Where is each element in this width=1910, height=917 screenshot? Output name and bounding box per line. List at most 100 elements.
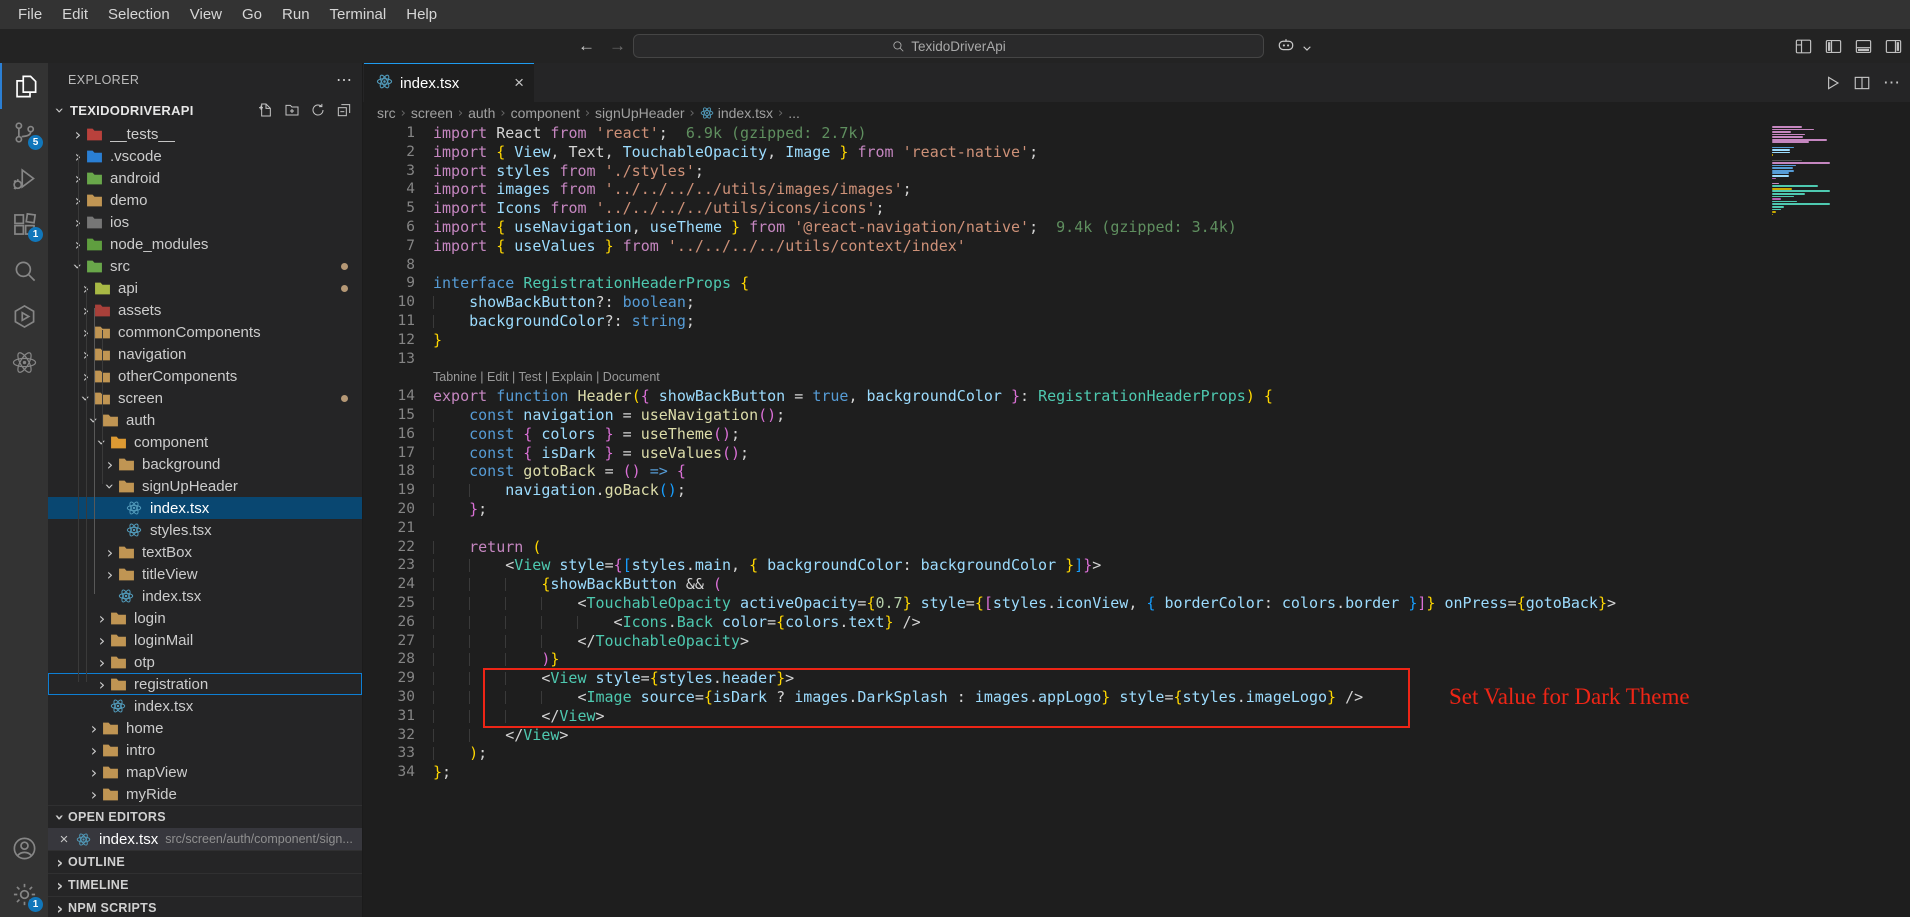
section-open-editors[interactable]: ›OPEN EDITORS	[48, 805, 362, 828]
folder-registration-row[interactable]: ›registration	[48, 673, 362, 695]
section-outline[interactable]: ›OUTLINE	[48, 850, 362, 873]
code-token: )	[1246, 387, 1255, 405]
folder-tests-row[interactable]: ›__tests__	[48, 123, 362, 145]
breadcrumb-item-auth[interactable]: auth	[468, 105, 495, 121]
code-editor[interactable]: 1import React from 'react'; 6.9k (gzippe…	[363, 124, 1910, 917]
menu-item-view[interactable]: View	[180, 0, 232, 29]
activity-settings-icon[interactable]: 1	[0, 871, 48, 917]
folder-screen-row[interactable]: ›screen	[48, 387, 362, 409]
run-file-icon[interactable]	[1823, 74, 1841, 92]
line-number: 32	[363, 726, 415, 745]
code-token: showBackButton	[659, 387, 785, 405]
close-tab-icon[interactable]: ×	[514, 73, 524, 93]
indent-guide	[541, 597, 577, 610]
new-folder-icon[interactable]	[282, 100, 302, 120]
breadcrumb-item-component[interactable]: component	[511, 105, 580, 121]
activity-preview-icon[interactable]	[0, 293, 48, 339]
code-token: =>	[650, 462, 668, 480]
folder-titleView-row[interactable]: ›titleView	[48, 563, 362, 585]
file-indextsx-row[interactable]: ›index.tsx	[48, 585, 362, 607]
folder-intro-row[interactable]: ›intro	[48, 739, 362, 761]
back-arrow-icon[interactable]: ←	[578, 36, 595, 56]
toggle-panel-icon[interactable]	[1852, 35, 1874, 57]
forward-arrow-icon[interactable]: →	[609, 36, 626, 56]
chevron-collapsed-icon: ›	[52, 853, 68, 872]
file-stylestsx-row[interactable]: ›styles.tsx	[48, 519, 362, 541]
activity-react-native-tools-icon[interactable]	[0, 339, 48, 385]
menu-item-edit[interactable]: Edit	[52, 0, 98, 29]
breadcrumb-item-signUpHeader[interactable]: signUpHeader	[595, 105, 685, 121]
folder-commonComponents-row[interactable]: ›commonComponents	[48, 321, 362, 343]
folder-home-row[interactable]: ›home	[48, 717, 362, 739]
folder-auth-row[interactable]: ›auth	[48, 409, 362, 431]
tree-item-label: styles.tsx	[150, 522, 212, 539]
views-more-actions-icon[interactable]: ⋯	[336, 70, 352, 90]
folder-vscode-row[interactable]: ›.vscode	[48, 145, 362, 167]
more-actions-icon[interactable]: ⋯	[1883, 73, 1900, 93]
folder-ios-row[interactable]: ›ios	[48, 211, 362, 233]
folder-android-row[interactable]: ›android	[48, 167, 362, 189]
line-number: 17	[363, 444, 415, 463]
folder-loginMail-row[interactable]: ›loginMail	[48, 629, 362, 651]
explorer-toolbar	[256, 100, 354, 120]
folder-textBox-row[interactable]: ›textBox	[48, 541, 362, 563]
folder-otp-row[interactable]: ›otp	[48, 651, 362, 673]
folder-icon	[118, 456, 136, 472]
folder-component-row[interactable]: ›component	[48, 431, 362, 453]
section-npm-scripts[interactable]: ›NPM SCRIPTS	[48, 896, 362, 917]
folder-myRide-row[interactable]: ›myRide	[48, 783, 362, 805]
new-file-icon[interactable]	[256, 100, 276, 120]
copilot-menu[interactable]	[1276, 35, 1315, 60]
open-editor-item[interactable]: ×index.tsxsrc/screen/auth/component/sign…	[48, 828, 362, 850]
activity-explorer-icon[interactable]	[0, 63, 48, 109]
toggle-secondary-sidebar-icon[interactable]	[1882, 35, 1904, 57]
customize-layout-icon[interactable]	[1792, 35, 1814, 57]
split-editor-icon[interactable]	[1853, 74, 1871, 92]
activity-run-and-debug-icon[interactable]	[0, 155, 48, 201]
activity-accounts-icon[interactable]	[0, 825, 48, 871]
code-token: >	[1607, 594, 1616, 612]
activity-extensions-icon[interactable]: 1	[0, 201, 48, 247]
toggle-primary-sidebar-icon[interactable]	[1822, 35, 1844, 57]
menu-item-run[interactable]: Run	[272, 0, 320, 29]
breadcrumb-item-[interactable]: ...	[788, 105, 800, 121]
menu-item-go[interactable]: Go	[232, 0, 272, 29]
menu-item-file[interactable]: File	[8, 0, 52, 29]
folder-login-row[interactable]: ›login	[48, 607, 362, 629]
breadcrumb-item-screen[interactable]: screen	[411, 105, 453, 121]
activity-search-icon[interactable]	[0, 247, 48, 293]
menu-item-terminal[interactable]: Terminal	[320, 0, 397, 29]
code-token: from	[559, 162, 595, 180]
minimap[interactable]	[1772, 126, 1830, 216]
breadcrumb-item-src[interactable]: src	[377, 105, 396, 121]
folder-api-row[interactable]: ›api	[48, 277, 362, 299]
folder-demo-row[interactable]: ›demo	[48, 189, 362, 211]
collapse-folders-icon[interactable]	[334, 100, 354, 120]
codelens-actions[interactable]: Tabnine | Edit | Test | Explain | Docume…	[363, 368, 1910, 387]
folder-background-row[interactable]: ›background	[48, 453, 362, 475]
section-timeline[interactable]: ›TIMELINE	[48, 873, 362, 896]
indent-guide	[433, 578, 469, 591]
folder-navigation-row[interactable]: ›navigation	[48, 343, 362, 365]
tab-index-tsx[interactable]: index.tsx ×	[364, 63, 534, 102]
menu-item-selection[interactable]: Selection	[98, 0, 180, 29]
refresh-explorer-icon[interactable]	[308, 100, 328, 120]
folder-nodemodules-row[interactable]: ›node_modules	[48, 233, 362, 255]
file-indextsx-row[interactable]: ›index.tsx	[48, 695, 362, 717]
command-center-search[interactable]: TexidoDriverApi	[633, 34, 1264, 58]
file-indextsx-row[interactable]: ›index.tsx	[48, 497, 362, 519]
project-root-row[interactable]: › TEXIDODRIVERAPI	[48, 97, 362, 123]
folder-signUpHeader-row[interactable]: ›signUpHeader	[48, 475, 362, 497]
folder-mapView-row[interactable]: ›mapView	[48, 761, 362, 783]
code-token: [	[623, 556, 632, 574]
activity-source-control-icon[interactable]: 5	[0, 109, 48, 155]
breadcrumb-item-indextsx[interactable]: index.tsx	[718, 105, 773, 121]
menu-item-help[interactable]: Help	[396, 0, 447, 29]
folder-otherComponents-row[interactable]: ›otherComponents	[48, 365, 362, 387]
folder-assets-row[interactable]: ›assets	[48, 299, 362, 321]
folder-src-row[interactable]: ›src	[48, 255, 362, 277]
indent-guide	[433, 597, 469, 610]
code-token	[1002, 387, 1011, 405]
folder-icon	[94, 368, 112, 384]
close-icon[interactable]: ×	[56, 831, 72, 848]
